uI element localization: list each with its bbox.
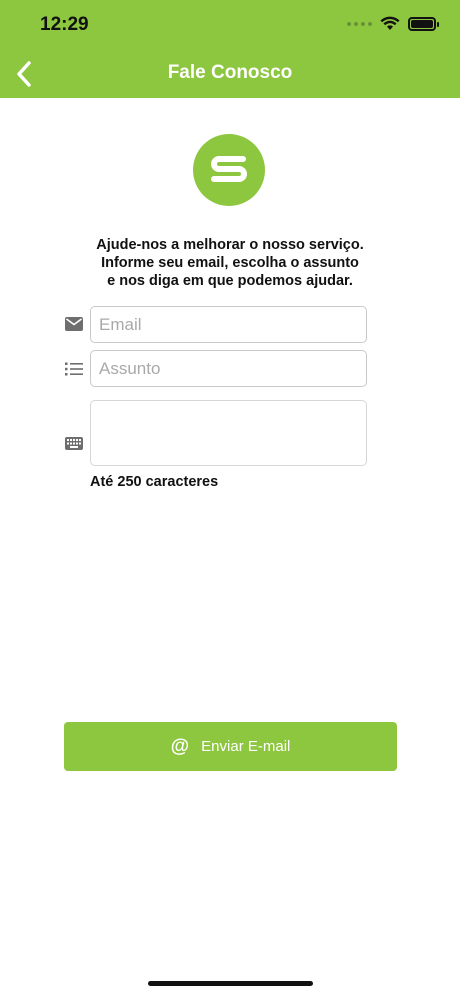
message-field[interactable]: [90, 400, 367, 466]
home-indicator[interactable]: [148, 981, 313, 986]
app-header: 12:29 Fale Conosco: [0, 0, 460, 98]
send-email-button[interactable]: @ Enviar E-mail: [64, 722, 397, 771]
cellular-signal-icon: [347, 21, 372, 26]
list-icon: [64, 359, 84, 379]
intro-line: Informe seu email, escolha o assunto: [101, 255, 359, 271]
email-field[interactable]: [90, 306, 367, 343]
envelope-icon: [64, 314, 84, 334]
char-limit-hint: Até 250 caracteres: [90, 474, 219, 490]
app-logo: [193, 134, 265, 206]
keyboard-icon: [64, 433, 84, 453]
wifi-icon: [380, 16, 400, 30]
send-email-label: Enviar E-mail: [201, 738, 291, 755]
logo-s-mark: [211, 156, 247, 182]
intro-line: e nos diga em que podemos ajudar.: [107, 273, 353, 289]
status-time: 12:29: [40, 14, 89, 35]
intro-line: Ajude-nos a melhorar o nosso serviço.: [96, 237, 364, 253]
status-icons: [347, 16, 439, 31]
at-icon: @: [170, 736, 190, 757]
subject-field[interactable]: [90, 350, 367, 387]
intro-text: Ajude-nos a melhorar o nosso serviço. In…: [40, 236, 420, 290]
battery-icon: [408, 16, 439, 31]
page-title: Fale Conosco: [167, 62, 293, 83]
